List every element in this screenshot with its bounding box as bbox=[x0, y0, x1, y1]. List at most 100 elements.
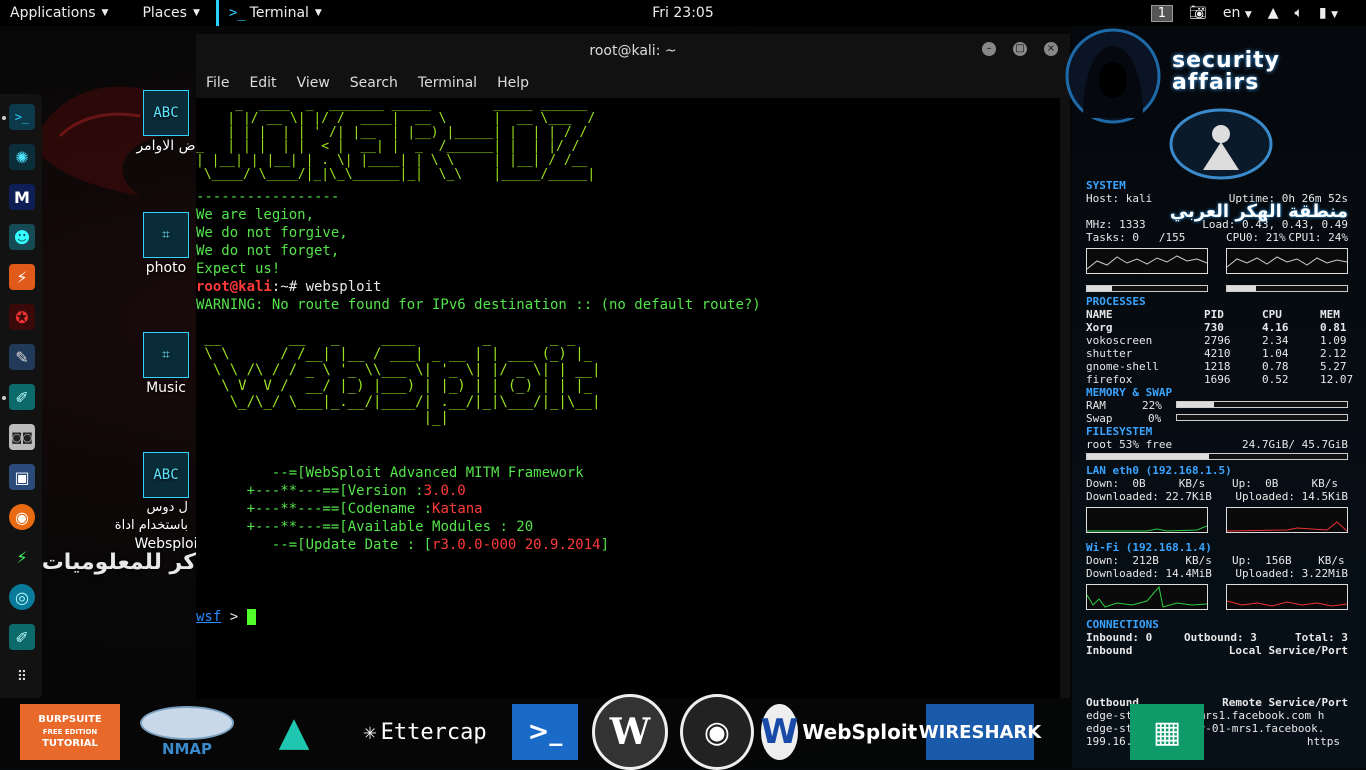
battery-icon[interactable]: ▮ ▼ bbox=[1319, 5, 1338, 21]
powershell-icon: >_ bbox=[527, 717, 563, 747]
process-cell: Xorg bbox=[1086, 321, 1113, 334]
hat-icon: ▲ bbox=[278, 709, 310, 755]
wifi-up-graph bbox=[1226, 584, 1348, 610]
menu-help[interactable]: Help bbox=[487, 75, 539, 91]
process-cell: 0.78 bbox=[1262, 360, 1289, 373]
close-icon[interactable]: × bbox=[1044, 42, 1058, 56]
wifi-icon[interactable]: ▲ bbox=[1268, 5, 1279, 21]
wsf-prompt-line[interactable]: wsf > bbox=[196, 608, 1060, 626]
terminal-icon: >_ bbox=[228, 5, 246, 21]
terminal-scrollbar[interactable] bbox=[1060, 98, 1070, 698]
screenshot-icon[interactable]: ▣ bbox=[9, 464, 35, 490]
camera-icon[interactable]: 📷︎ bbox=[1189, 5, 1207, 21]
places-menu[interactable]: Places ▼ bbox=[132, 0, 209, 26]
process-cell: vokoscreen bbox=[1086, 334, 1153, 347]
metasploit-icon[interactable]: M bbox=[9, 184, 35, 210]
workspace-indicator[interactable]: 1 bbox=[1150, 4, 1174, 22]
terminal-menubar: File Edit View Search Terminal Help bbox=[196, 68, 1070, 98]
process-cell: 2796 bbox=[1204, 334, 1231, 347]
arabic-overlay-text: منطقة الهكر العربي bbox=[1169, 201, 1348, 222]
hooded-hacker-logo bbox=[1065, 28, 1161, 124]
tile-icon: ▦ bbox=[1152, 714, 1182, 750]
cherrytree-icon[interactable]: ◙◙ bbox=[9, 424, 35, 450]
process-cell: 4210 bbox=[1204, 347, 1231, 360]
language-indicator[interactable]: en ▼ bbox=[1223, 5, 1252, 21]
running-indicator bbox=[2, 116, 6, 120]
lan-total-row: Downloaded: 22.7KiB Uploaded: 14.5KiB bbox=[1086, 490, 1348, 503]
wordpress-launcher[interactable]: W bbox=[592, 694, 668, 770]
hacker-hat-launcher[interactable]: ▲ bbox=[254, 704, 334, 760]
vokoscreen-icon[interactable]: ◎ bbox=[9, 584, 35, 610]
anonymous-emblem bbox=[1169, 108, 1273, 180]
menu-view[interactable]: View bbox=[287, 75, 340, 91]
command-line: root@kali:~# websploit bbox=[196, 279, 382, 295]
app-grid-icon[interactable]: ⠿ bbox=[9, 664, 35, 690]
top-panel: Applications ▼ Places ▼ >_ Terminal ▼ Fri 2… bbox=[0, 0, 1366, 26]
lan-down-graph bbox=[1086, 507, 1208, 533]
editor-icon[interactable]: ✐ bbox=[9, 384, 35, 410]
motto-line-1: We are legion, bbox=[196, 207, 315, 223]
menu-file[interactable]: File bbox=[196, 75, 239, 91]
filesystem-bar bbox=[1086, 453, 1348, 460]
menu-terminal[interactable]: Terminal bbox=[408, 75, 487, 91]
wifi-total-row: Downloaded: 14.4MiB Uploaded: 3.22MiB bbox=[1086, 567, 1348, 580]
owl-icon: ◉ bbox=[680, 694, 754, 770]
process-cell: 1.04 bbox=[1262, 347, 1289, 360]
armitage-icon[interactable]: ☻ bbox=[9, 224, 35, 250]
app-launcher-strip: BURPSUITE FREE EDITION TUTORIAL NMAP ▲ ✳… bbox=[0, 694, 1366, 770]
swap-bar bbox=[1176, 414, 1348, 421]
jellyfish-icon[interactable]: ✺ bbox=[9, 144, 35, 170]
conky-tasks-cpu: Tasks: 0 /155 CPU0: 21% CPU1: 24% bbox=[1086, 231, 1348, 244]
text-cursor bbox=[246, 609, 256, 625]
desktop-arabic-caption: كر للمعلوميات bbox=[41, 550, 196, 575]
process-row: gnome-shell 1218 0.78 5.27 bbox=[1086, 360, 1348, 373]
powershell-launcher[interactable]: >_ bbox=[512, 704, 578, 760]
maximize-icon[interactable]: □ bbox=[1013, 42, 1027, 56]
motto-line-2: We do not forgive, bbox=[196, 225, 348, 241]
menu-edit[interactable]: Edit bbox=[239, 75, 286, 91]
process-row: firefox 1696 0.52 12.07 bbox=[1086, 373, 1353, 386]
process-header: NAME PID CPU MEM bbox=[1086, 308, 1340, 321]
firefox-icon[interactable]: ◉ bbox=[9, 504, 35, 530]
folder-icon: ⌗ bbox=[143, 332, 189, 378]
chevron-down-icon: ▼ bbox=[192, 8, 200, 18]
chevron-down-icon: ▼ bbox=[101, 8, 109, 18]
text-file-icon: ABC bbox=[143, 452, 189, 498]
terminal-app-menu[interactable]: >_ Terminal ▼ bbox=[215, 0, 332, 26]
maltego-icon[interactable]: ✎ bbox=[9, 344, 35, 370]
eye-icon bbox=[140, 706, 234, 740]
beef-icon[interactable]: ✪ bbox=[9, 304, 35, 330]
tile-launcher[interactable]: ▦ bbox=[1130, 704, 1204, 760]
burpsuite-launcher[interactable]: BURPSUITE FREE EDITION TUTORIAL bbox=[20, 704, 120, 760]
lan-up-graph bbox=[1226, 507, 1348, 533]
inbound-header-row: Inbound Local Service/Port bbox=[1086, 644, 1348, 657]
terminal-output[interactable]: _ ____ _ _______ _____ _____ ______ | |/… bbox=[196, 98, 1060, 698]
ram-bar bbox=[1176, 401, 1348, 408]
ettercap-launcher[interactable]: ✳ Ettercap bbox=[350, 704, 500, 760]
volume-icon[interactable]: 🔈︎ bbox=[1295, 5, 1303, 21]
gedit-icon[interactable]: ✐ bbox=[9, 624, 35, 650]
menu-search[interactable]: Search bbox=[340, 75, 408, 91]
window-titlebar[interactable]: root@kali: ~ bbox=[196, 34, 1070, 68]
wordpress-icon: W bbox=[592, 694, 668, 770]
text-file-icon: ABC bbox=[143, 90, 189, 136]
lightning-icon[interactable]: ⚡ bbox=[9, 544, 35, 570]
applications-menu[interactable]: Applications ▼ bbox=[0, 0, 118, 26]
process-cell: 1.09 bbox=[1320, 334, 1347, 347]
nmap-launcher[interactable]: NMAP bbox=[134, 704, 240, 760]
favorites-dock: >_ ✺ M ☻ ⚡ ✪ ✎ ✐ ◙◙ ▣ ◉ ⚡ ◎ ✐ ⠿ bbox=[0, 94, 42, 698]
wifi-speed-row: Down: 212B KB/s Up: 156B KB/s bbox=[1086, 554, 1345, 567]
process-cell: 4.16 bbox=[1262, 321, 1289, 334]
burpsuite-icon[interactable]: ⚡ bbox=[9, 264, 35, 290]
connections-count-row: Inbound: 0 Outbound: 3 Total: 3 bbox=[1086, 631, 1348, 644]
process-cell: gnome-shell bbox=[1086, 360, 1159, 373]
process-cell: 2.12 bbox=[1320, 347, 1347, 360]
wireshark-launcher[interactable]: WIRESHARK bbox=[919, 704, 1041, 760]
process-row: shutter 4210 1.04 2.12 bbox=[1086, 347, 1348, 360]
minimize-icon[interactable]: – bbox=[982, 42, 996, 56]
chevron-down-icon: ▼ bbox=[1331, 10, 1338, 20]
websploit-launcher[interactable]: W WebSploit bbox=[760, 704, 917, 760]
terminal-icon[interactable]: >_ bbox=[9, 104, 35, 130]
info-update: --=[Update Date : [r3.0.0-000 20.9.2014] bbox=[271, 537, 610, 553]
owl-launcher[interactable]: ◉ bbox=[680, 694, 754, 770]
